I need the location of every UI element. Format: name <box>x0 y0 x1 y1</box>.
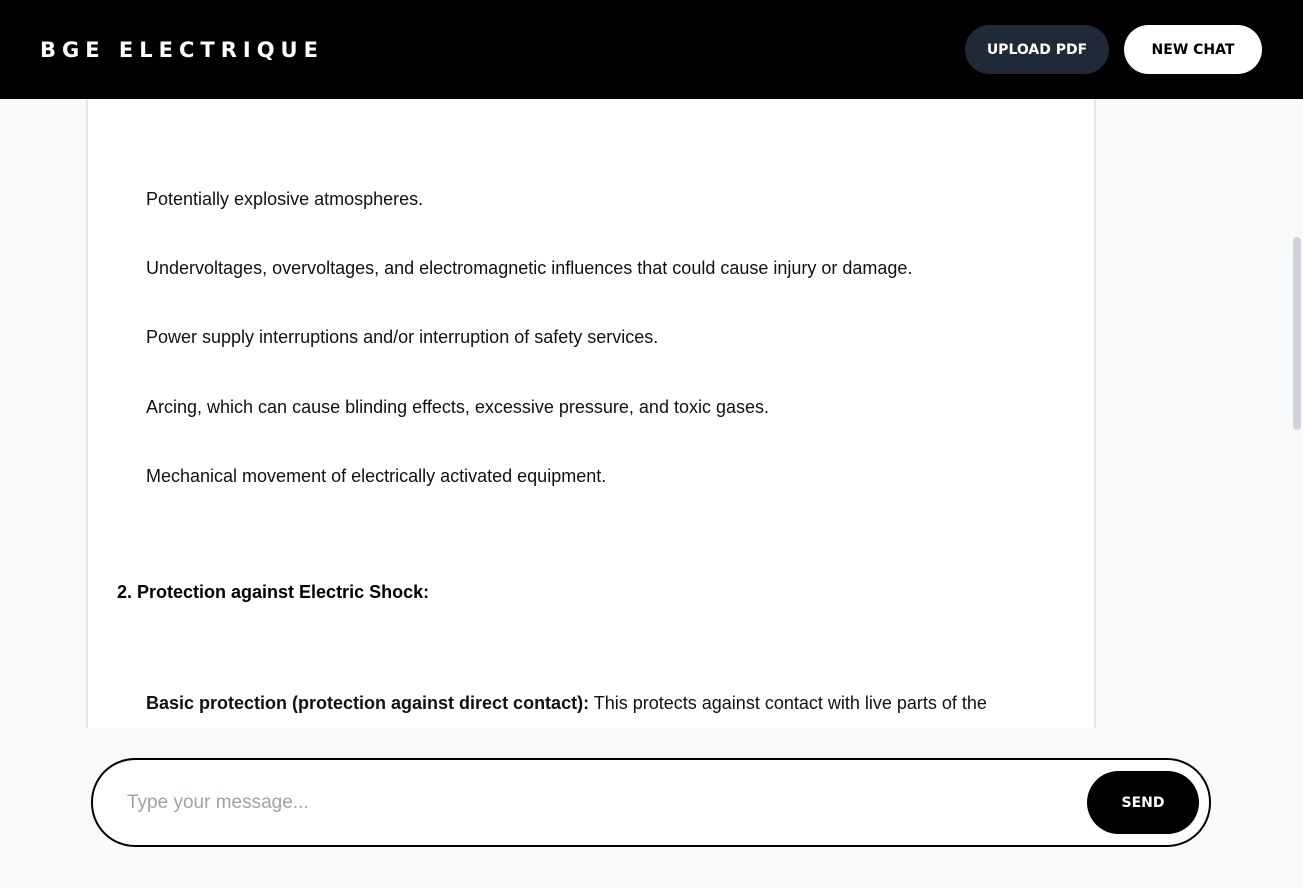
section-heading: 2. Protection against Electric Shock: <box>117 582 430 602</box>
hazard-item: Undervoltages, overvoltages, and electro… <box>146 258 913 278</box>
brand-logo: BGE ELECTRIQUE <box>40 38 324 62</box>
basic-protection-paragraph: Basic protection (protection against dir… <box>146 691 987 715</box>
message-composer: SEND <box>91 758 1211 847</box>
upload-pdf-button[interactable]: UPLOAD PDF <box>965 25 1109 74</box>
basic-protection-text: This protects against contact with live … <box>589 693 987 713</box>
chat-message-panel: Potentially explosive atmospheres. Under… <box>86 99 1096 728</box>
message-input[interactable] <box>127 782 1067 824</box>
app-header: BGE ELECTRIQUE UPLOAD PDF NEW CHAT <box>0 0 1303 99</box>
basic-protection-label: Basic protection (protection against dir… <box>146 693 590 713</box>
hazard-item: Potentially explosive atmospheres. <box>146 189 424 209</box>
hazard-item: Power supply interruptions and/or interr… <box>146 327 659 347</box>
hazard-item: Mechanical movement of electrically acti… <box>146 466 607 486</box>
hazard-item: Arcing, which can cause blinding effects… <box>146 397 769 417</box>
send-button[interactable]: SEND <box>1087 771 1199 834</box>
new-chat-button[interactable]: NEW CHAT <box>1124 25 1262 74</box>
scrollbar-thumb[interactable] <box>1293 237 1301 430</box>
